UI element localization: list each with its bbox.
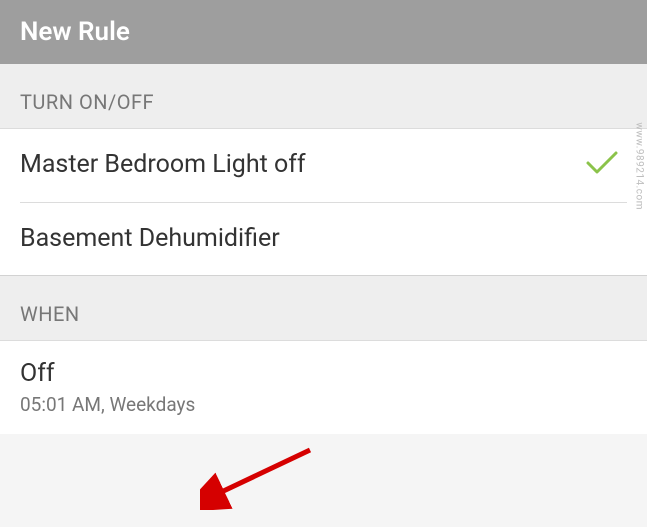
device-row-master-bedroom-light[interactable]: Master Bedroom Light off <box>0 129 647 202</box>
page-header: New Rule <box>0 0 647 64</box>
when-schedule: 05:01 AM, Weekdays <box>20 393 627 416</box>
when-row[interactable]: Off 05:01 AM, Weekdays <box>0 341 647 434</box>
page-title: New Rule <box>20 17 130 47</box>
red-arrow-annotation <box>200 440 320 514</box>
when-state: Off <box>20 359 627 389</box>
section-label-when: WHEN <box>0 276 647 341</box>
checkmark-icon <box>585 150 619 180</box>
device-label: Basement Dehumidifier <box>20 223 280 256</box>
watermark-text: www.989214.com <box>634 122 645 210</box>
section-label-turn: TURN ON/OFF <box>0 64 647 129</box>
device-label: Master Bedroom Light off <box>20 149 306 182</box>
device-row-basement-dehumidifier[interactable]: Basement Dehumidifier <box>0 203 647 276</box>
turn-on-off-list: Master Bedroom Light off Basement Dehumi… <box>0 129 647 275</box>
